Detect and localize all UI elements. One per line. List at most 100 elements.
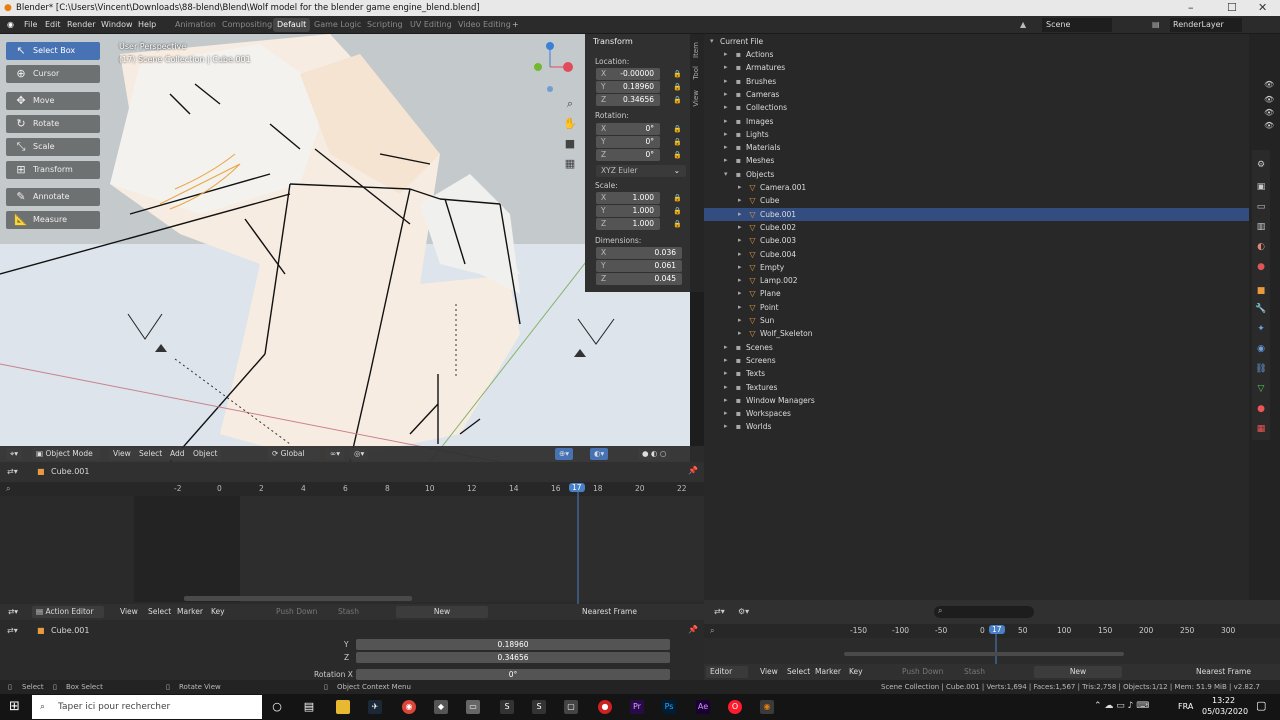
chevron-right-icon[interactable]: ▸: [738, 261, 742, 274]
menu-key[interactable]: Key: [207, 606, 229, 618]
tool-annotate[interactable]: ✎ Annotate: [6, 188, 100, 206]
menu-window[interactable]: Window: [101, 20, 133, 29]
chevron-right-icon[interactable]: ▸: [724, 154, 728, 167]
push-down-button[interactable]: Push Down: [898, 666, 947, 678]
workspace-tab-scripting[interactable]: Scripting: [367, 20, 403, 29]
chevron-right-icon[interactable]: ▸: [724, 61, 728, 74]
blender-taskbar-icon[interactable]: ◉: [760, 700, 774, 714]
location-z-field[interactable]: Z 0.34656: [596, 94, 660, 106]
blender-menu-icon[interactable]: ◉: [7, 20, 14, 29]
output-icon[interactable]: ▭: [1254, 200, 1268, 214]
taskbar-search-input[interactable]: ⌕ Taper ici pour rechercher: [32, 695, 262, 719]
eye-icon[interactable]: 👁: [1264, 80, 1274, 89]
rotation-y-field[interactable]: Y 0°: [596, 136, 660, 148]
chrome-icon[interactable]: ◉: [402, 700, 416, 714]
tool-move[interactable]: ✥ Move: [6, 92, 100, 110]
menu-view[interactable]: View: [116, 606, 142, 618]
outliner-item[interactable]: ▸ ▪ Worlds: [704, 420, 1249, 433]
dimensions-y-field[interactable]: Y 0.061: [596, 260, 682, 272]
clock-date[interactable]: 05/03/2020: [1202, 707, 1248, 716]
tool-settings-icon[interactable]: ⚙: [1254, 158, 1268, 172]
chevron-right-icon[interactable]: ▸: [738, 327, 742, 340]
editor-type-button[interactable]: ⇄▾: [4, 606, 22, 618]
workspace-tab-animation[interactable]: Animation: [175, 20, 216, 29]
outliner-item[interactable]: ▸ ▽ Plane: [704, 287, 1249, 300]
add-workspace-icon[interactable]: +: [512, 20, 519, 29]
orientation-select[interactable]: ⟳ Global: [268, 448, 320, 460]
lock-icon[interactable]: 🔒: [673, 96, 682, 105]
graph-value-y[interactable]: 0.18960: [356, 639, 670, 650]
search-icon[interactable]: ⌕: [6, 484, 10, 494]
chevron-right-icon[interactable]: ▸: [738, 274, 742, 287]
graph-value-z[interactable]: 0.34656: [356, 652, 670, 663]
outliner-root[interactable]: ▾ Current File: [704, 35, 1249, 48]
outliner-item[interactable]: ▸ ▽ Cube.002: [704, 221, 1249, 234]
scale-y-field[interactable]: Y 1.000: [596, 205, 660, 217]
chevron-right-icon[interactable]: ▸: [738, 208, 742, 221]
outliner-item[interactable]: ▸ ▽ Cube.004: [704, 248, 1249, 261]
outliner-item[interactable]: ▸ ▽ Lamp.002: [704, 274, 1249, 287]
camera-view-icon[interactable]: ■: [562, 136, 578, 152]
chevron-right-icon[interactable]: ▸: [738, 181, 742, 194]
modifier-icon[interactable]: 🔧: [1254, 302, 1268, 316]
menu-select[interactable]: Select: [144, 606, 175, 618]
snap-select[interactable]: Nearest Frame: [578, 606, 652, 618]
outliner-item[interactable]: ▸ ▪ Textures: [704, 381, 1249, 394]
chevron-right-icon[interactable]: ▸: [724, 381, 728, 394]
tab-tool[interactable]: Tool: [692, 66, 700, 80]
rotation-x-field[interactable]: X 0°: [596, 123, 660, 135]
outliner-item[interactable]: ▸ ▪ Texts: [704, 367, 1249, 380]
tool-measure[interactable]: 📐 Measure: [6, 211, 100, 229]
menu-view[interactable]: View: [756, 666, 782, 678]
outliner-item[interactable]: ▸ ▽ Camera.001: [704, 181, 1249, 194]
search-icon[interactable]: ⌕: [710, 626, 714, 636]
dimensions-z-field[interactable]: Z 0.045: [596, 273, 682, 285]
outliner-item[interactable]: ▸ ▽ Cube.003: [704, 234, 1249, 247]
snap-icon[interactable]: ∞▾: [326, 448, 345, 460]
lock-icon[interactable]: 🔒: [673, 220, 682, 229]
lock-icon[interactable]: 🔒: [673, 207, 682, 216]
eye-icon[interactable]: 👁: [1264, 108, 1274, 117]
current-frame-indicator[interactable]: 17: [989, 625, 1005, 634]
rotation-mode-select[interactable]: XYZ Euler ⌄: [596, 165, 686, 177]
scene-name[interactable]: Scene: [1042, 18, 1112, 32]
menu-render[interactable]: Render: [67, 20, 95, 29]
menu-help[interactable]: Help: [138, 20, 156, 29]
particles-icon[interactable]: ✦: [1254, 322, 1268, 336]
chevron-right-icon[interactable]: ▸: [724, 101, 728, 114]
menu-view[interactable]: View: [109, 448, 135, 460]
workspace-tab-default[interactable]: Default: [273, 18, 311, 32]
tab-view[interactable]: View: [692, 90, 700, 107]
menu-marker[interactable]: Marker: [173, 606, 207, 618]
outliner-item[interactable]: ▸ ▪ Materials: [704, 141, 1249, 154]
data-icon[interactable]: ▽: [1254, 382, 1268, 396]
task-view-icon[interactable]: ▤: [302, 700, 316, 714]
notification-icon[interactable]: ▢: [1256, 699, 1266, 712]
proportional-edit-icon[interactable]: ◎▾: [350, 448, 369, 460]
gizmo-icon[interactable]: ⊕▾: [555, 448, 574, 460]
outliner-item[interactable]: ▾ ▪ Objects: [704, 168, 1249, 181]
monitor-icon[interactable]: ▭: [466, 700, 480, 714]
after-effects-icon[interactable]: Ae: [696, 700, 710, 714]
chevron-right-icon[interactable]: ▸: [738, 221, 742, 234]
chevron-right-icon[interactable]: ▸: [738, 287, 742, 300]
record-icon[interactable]: ●: [598, 700, 612, 714]
minimize-button[interactable]: –: [1188, 0, 1194, 16]
editor-type-button[interactable]: ⌖▾: [6, 448, 22, 460]
pan-hand-icon[interactable]: ✋: [562, 116, 578, 132]
view-layer-icon[interactable]: ▥: [1254, 220, 1268, 234]
chevron-right-icon[interactable]: ▸: [738, 248, 742, 261]
system-tray[interactable]: ⌃ ☁ ▭ ♪ ⌨: [1094, 701, 1149, 711]
location-x-field[interactable]: X -0.00000: [596, 68, 660, 80]
zoom-icon[interactable]: ⌕: [562, 96, 578, 112]
outliner-item[interactable]: ▸ ▽ Empty: [704, 261, 1249, 274]
lock-icon[interactable]: 🔒: [673, 151, 682, 160]
tool-transform[interactable]: ⊞ Transform: [6, 161, 100, 179]
lock-icon[interactable]: 🔒: [673, 83, 682, 92]
outliner-item[interactable]: ▸ ▪ Cameras: [704, 88, 1249, 101]
outliner-item[interactable]: ▸ ▪ Collections: [704, 101, 1249, 114]
action-editor-mode-select[interactable]: ▤ Action Editor: [32, 606, 104, 618]
transform-panel-title[interactable]: Transform: [593, 37, 633, 46]
outliner-item[interactable]: ▸ ▪ Meshes: [704, 154, 1249, 167]
texture-icon[interactable]: ▦: [1254, 422, 1268, 436]
